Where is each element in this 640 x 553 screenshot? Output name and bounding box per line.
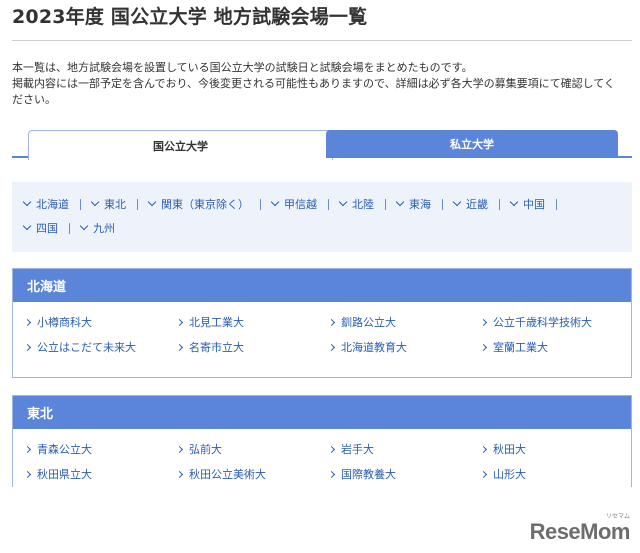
region-link-kinki[interactable]: 近畿 <box>452 192 511 216</box>
region-section-tohoku: 東北 青森公立大 弘前大 岩手大 秋田大 秋田県立大 秋田公立美術大 国際教養大… <box>12 395 632 487</box>
chevron-right-icon <box>479 343 488 351</box>
tab-private-universities[interactable]: 私立大学 <box>326 130 618 158</box>
university-link[interactable]: 北海道教育大 <box>327 339 481 355</box>
region-link-koshinetsu[interactable]: 甲信越 <box>270 192 340 216</box>
chevron-down-icon <box>395 197 405 207</box>
region-link-hokkaido[interactable]: 北海道 <box>22 192 92 216</box>
university-link[interactable]: 秋田公立美術大 <box>175 466 329 482</box>
university-link[interactable]: 山形大 <box>479 466 631 482</box>
university-link[interactable]: 弘前大 <box>175 441 329 457</box>
university-link[interactable]: 釧路公立大 <box>327 314 481 330</box>
chevron-right-icon <box>23 470 32 478</box>
university-link[interactable]: 北見工業大 <box>175 314 329 330</box>
chevron-right-icon <box>23 343 32 351</box>
separator <box>69 222 70 234</box>
chevron-down-icon <box>22 197 32 207</box>
university-type-tabs: 国公立大学 私立大学 <box>12 130 632 160</box>
section-title: 北海道 <box>13 269 631 302</box>
region-link-kanto[interactable]: 関東（東京除く） <box>147 192 272 216</box>
chevron-right-icon <box>23 318 32 326</box>
chevron-down-icon <box>22 221 32 231</box>
chevron-right-icon <box>479 318 488 326</box>
university-link[interactable]: 室蘭工業大 <box>479 339 633 355</box>
region-link-kyushu[interactable]: 九州 <box>79 216 115 240</box>
chevron-right-icon <box>175 470 184 478</box>
chevron-right-icon <box>23 445 32 453</box>
university-list: 青森公立大 弘前大 岩手大 秋田大 秋田県立大 秋田公立美術大 国際教養大 山形… <box>13 429 631 482</box>
section-title: 東北 <box>13 396 631 429</box>
chevron-right-icon <box>175 318 184 326</box>
chevron-right-icon <box>327 470 336 478</box>
chevron-down-icon <box>147 197 157 207</box>
region-link-chugoku[interactable]: 中国 <box>509 192 568 216</box>
separator <box>385 198 386 210</box>
intro-line: ださい。 <box>12 93 56 106</box>
region-link-shikoku[interactable]: 四国 <box>22 216 81 240</box>
university-link[interactable]: 小樽商科大 <box>23 314 177 330</box>
university-link[interactable]: 岩手大 <box>327 441 481 457</box>
chevron-down-icon <box>452 197 462 207</box>
chevron-down-icon <box>270 197 280 207</box>
chevron-right-icon <box>479 445 488 453</box>
logo-subtext: リセマム <box>605 514 630 520</box>
intro-line: 本一覧は、地方試験会場を設置している国公立大学の試験日と試験会場をまとめたもので… <box>12 61 473 74</box>
tab-national-universities[interactable]: 国公立大学 <box>28 130 333 160</box>
university-link[interactable]: 公立千歳科学技術大 <box>479 314 633 330</box>
region-link-hokuriku[interactable]: 北陸 <box>338 192 397 216</box>
chevron-down-icon <box>90 197 100 207</box>
resemom-logo: ReseMom リセマム <box>530 514 631 545</box>
region-nav: 北海道 東北 関東（東京除く） 甲信越 北陸 東海 近畿 中国 四国 九州 <box>12 182 632 252</box>
university-link[interactable]: 秋田大 <box>479 441 631 457</box>
chevron-right-icon <box>327 343 336 351</box>
university-link[interactable]: 青森公立大 <box>23 441 177 457</box>
separator <box>499 198 500 210</box>
separator <box>556 198 557 210</box>
chevron-right-icon <box>175 445 184 453</box>
intro-text: 本一覧は、地方試験会場を設置している国公立大学の試験日と試験会場をまとめたもので… <box>12 60 632 108</box>
separator <box>328 198 329 210</box>
region-link-tohoku[interactable]: 東北 <box>90 192 149 216</box>
separator <box>260 198 261 210</box>
chevron-down-icon <box>509 197 519 207</box>
university-link[interactable]: 秋田県立大 <box>23 466 177 482</box>
university-link[interactable]: 国際教養大 <box>327 466 481 482</box>
page-title: 2023年度 国公立大学 地方試験会場一覧 <box>12 6 368 28</box>
separator <box>137 198 138 210</box>
chevron-down-icon <box>79 221 89 231</box>
intro-line: 掲載内容には一部予定を含んでおり、今後変更される可能性もありますので、詳細は必ず… <box>12 77 615 90</box>
university-list: 小樽商科大 北見工業大 釧路公立大 公立千歳科学技術大 公立はこだて未来大 名寄… <box>13 302 631 355</box>
chevron-down-icon <box>338 197 348 207</box>
chevron-right-icon <box>327 318 336 326</box>
separator <box>80 198 81 210</box>
separator <box>442 198 443 210</box>
title-divider <box>12 40 632 41</box>
chevron-right-icon <box>327 445 336 453</box>
chevron-right-icon <box>175 343 184 351</box>
chevron-right-icon <box>479 470 488 478</box>
region-link-tokai[interactable]: 東海 <box>395 192 454 216</box>
university-link[interactable]: 名寄市立大 <box>175 339 329 355</box>
region-section-hokkaido: 北海道 小樽商科大 北見工業大 釧路公立大 公立千歳科学技術大 公立はこだて未来… <box>12 268 632 378</box>
university-link[interactable]: 公立はこだて未来大 <box>23 339 177 355</box>
